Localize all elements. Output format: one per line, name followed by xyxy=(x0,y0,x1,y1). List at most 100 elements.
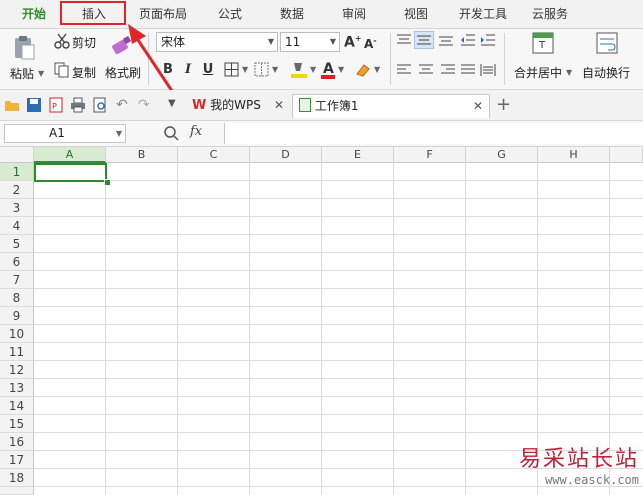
align-left-icon[interactable] xyxy=(396,63,412,77)
menu-tab-view[interactable]: 视图 xyxy=(394,0,438,28)
redo-icon[interactable]: ↷ xyxy=(138,97,150,113)
row-header[interactable]: 16 xyxy=(0,433,34,451)
open-icon[interactable] xyxy=(4,98,20,112)
chevron-down-icon[interactable]: ▼ xyxy=(242,65,248,74)
watermark: 易采站长站 www.easck.com xyxy=(519,441,639,487)
row-header-partial[interactable] xyxy=(0,487,34,495)
chevron-down-icon[interactable]: ▼ xyxy=(116,125,122,142)
row-header[interactable]: 14 xyxy=(0,397,34,415)
row-header[interactable]: 8 xyxy=(0,289,34,307)
save-icon[interactable] xyxy=(26,97,42,113)
justify-icon[interactable] xyxy=(460,63,476,77)
row-header[interactable]: 3 xyxy=(0,199,34,217)
row-header[interactable]: 5 xyxy=(0,235,34,253)
wrap-text-button[interactable]: 自动换行 xyxy=(582,64,630,81)
search-icon[interactable] xyxy=(163,125,179,141)
row-header[interactable]: 9 xyxy=(0,307,34,325)
column-header[interactable]: B xyxy=(106,147,178,163)
align-right-icon[interactable] xyxy=(440,63,456,77)
sheet-icon xyxy=(299,98,311,112)
fill-color-icon[interactable] xyxy=(290,60,308,80)
decrease-indent-icon[interactable] xyxy=(460,33,476,47)
undo-icon[interactable]: ↶ xyxy=(116,97,128,113)
distributed-icon[interactable] xyxy=(480,63,496,77)
align-top-icon[interactable] xyxy=(396,33,412,47)
row-header[interactable]: 13 xyxy=(0,379,34,397)
clear-format-icon[interactable] xyxy=(354,62,372,78)
close-icon[interactable]: ✕ xyxy=(473,95,483,117)
align-bottom-icon[interactable] xyxy=(438,33,454,47)
paste-button[interactable]: 粘贴 xyxy=(10,65,34,82)
select-all-corner[interactable] xyxy=(0,147,34,163)
column-header[interactable]: F xyxy=(394,147,466,163)
paste-dropdown-icon[interactable]: ▼ xyxy=(38,69,44,78)
row-header[interactable]: 12 xyxy=(0,361,34,379)
row-header[interactable]: 17 xyxy=(0,451,34,469)
tab-workbook1[interactable]: 工作簿1 ✕ xyxy=(292,94,490,118)
svg-text:A: A xyxy=(323,61,334,77)
chevron-down-icon[interactable]: ▼ xyxy=(310,65,316,74)
cut-button[interactable]: 剪切 xyxy=(72,34,96,51)
menu-tab-data[interactable]: 数据 xyxy=(270,0,314,28)
row-header[interactable]: 15 xyxy=(0,415,34,433)
merge-center-icon[interactable]: T xyxy=(532,32,554,54)
menu-tab-developer[interactable]: 开发工具 xyxy=(452,0,514,28)
font-size-value: 11 xyxy=(285,35,301,49)
column-header[interactable]: H xyxy=(538,147,610,163)
menu-tab-review[interactable]: 审阅 xyxy=(330,0,378,28)
column-header[interactable]: A xyxy=(34,147,106,163)
formula-input[interactable] xyxy=(224,123,643,144)
menu-tab-formula[interactable]: 公式 xyxy=(206,0,254,28)
ribbon-toolbar: 粘贴 ▼ 剪切 复制 格式刷 宋体 ▼ 11 ▼ A+ A- B I U ▼ ▼ ▼… xyxy=(0,29,643,90)
pdf-icon[interactable]: P xyxy=(48,97,64,113)
border-icon[interactable] xyxy=(224,62,240,78)
copy-button[interactable]: 复制 xyxy=(72,64,96,81)
copy-icon[interactable] xyxy=(54,62,70,78)
svg-text:T: T xyxy=(538,40,546,51)
print-icon[interactable] xyxy=(70,97,86,113)
row-header[interactable]: 2 xyxy=(0,181,34,199)
grow-font-icon[interactable]: A+ xyxy=(344,34,362,51)
row-header[interactable]: 1 xyxy=(0,163,34,181)
row-header[interactable]: 4 xyxy=(0,217,34,235)
underline-button[interactable]: U xyxy=(200,62,216,78)
column-header[interactable]: D xyxy=(250,147,322,163)
merge-center-button[interactable]: 合并居中 xyxy=(514,64,562,81)
wrap-text-icon[interactable] xyxy=(596,32,618,54)
column-header[interactable]: E xyxy=(322,147,394,163)
menu-tab-start[interactable]: 开始 xyxy=(14,0,54,28)
column-header-partial[interactable] xyxy=(610,147,643,163)
name-box[interactable]: A1 ▼ xyxy=(4,124,126,143)
chevron-down-icon[interactable]: ▼ xyxy=(338,65,344,74)
watermark-url: www.easck.com xyxy=(545,473,639,487)
insert-highlight-box xyxy=(60,1,126,25)
shrink-font-icon[interactable]: A- xyxy=(364,36,377,51)
align-middle-icon[interactable] xyxy=(414,31,434,49)
column-header[interactable]: C xyxy=(178,147,250,163)
font-size-select[interactable]: 11 ▼ xyxy=(280,32,340,52)
column-header[interactable]: G xyxy=(466,147,538,163)
fill-handle[interactable] xyxy=(104,179,111,186)
align-center-icon[interactable] xyxy=(418,63,434,77)
preview-icon[interactable] xyxy=(92,97,108,113)
row-header[interactable]: 18 xyxy=(0,469,34,487)
chevron-down-icon[interactable]: ▼ xyxy=(374,65,380,74)
paste-icon[interactable] xyxy=(10,33,38,61)
increase-indent-icon[interactable] xyxy=(480,33,496,47)
merge-style-icon[interactable] xyxy=(254,62,270,78)
qat-dropdown-icon[interactable]: ▼ xyxy=(168,98,176,109)
row-header[interactable]: 7 xyxy=(0,271,34,289)
row-header[interactable]: 6 xyxy=(0,253,34,271)
fx-button[interactable]: fx xyxy=(190,124,202,139)
row-header[interactable]: 11 xyxy=(0,343,34,361)
close-icon[interactable]: ✕ xyxy=(274,94,284,116)
row-header[interactable]: 10 xyxy=(0,325,34,343)
chevron-down-icon[interactable]: ▼ xyxy=(566,68,572,77)
plus-icon[interactable]: + xyxy=(496,94,511,115)
menu-tab-cloud[interactable]: 云服务 xyxy=(526,0,574,28)
chevron-down-icon[interactable]: ▼ xyxy=(272,65,278,74)
tab-my-wps[interactable]: W 我的WPS ✕ xyxy=(186,94,290,118)
active-cell-a1[interactable] xyxy=(34,163,107,182)
cut-icon[interactable] xyxy=(54,33,70,49)
font-color-icon[interactable]: A xyxy=(320,60,336,80)
